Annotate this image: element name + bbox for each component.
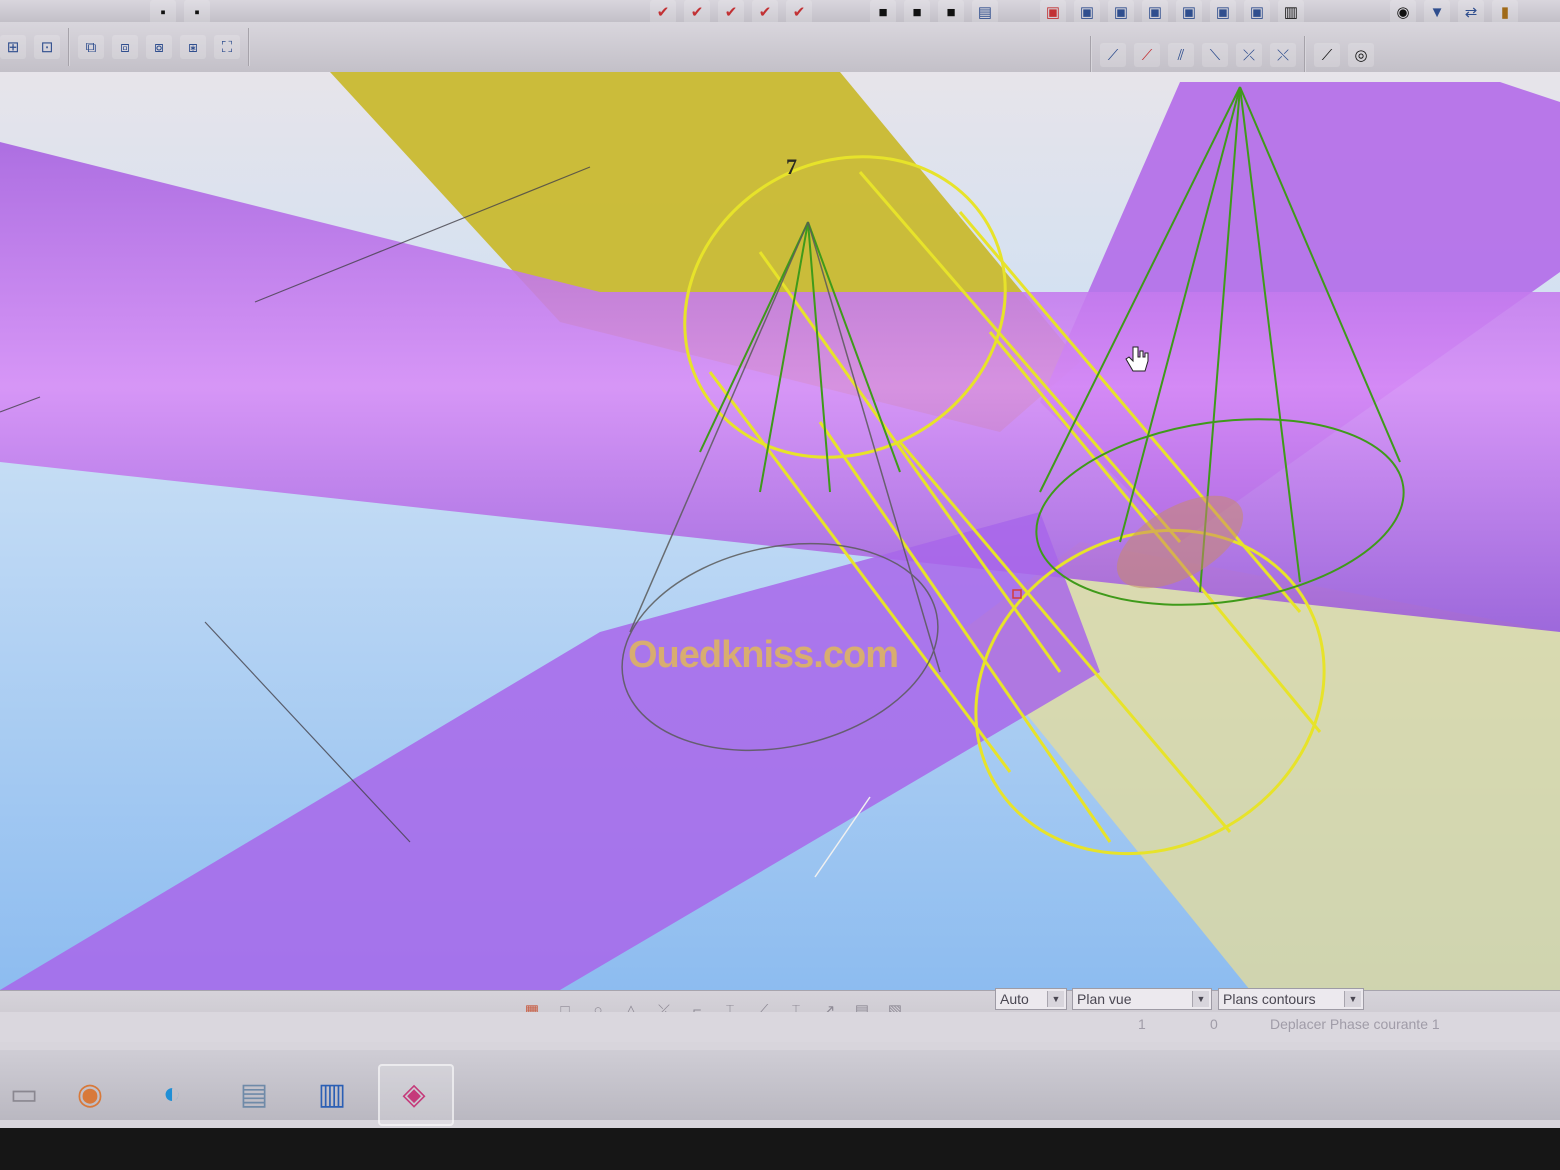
mode-combo[interactable]: Auto ▼: [995, 988, 1067, 1010]
snap-icon[interactable]: ⤬: [1270, 43, 1296, 67]
toolbar-separator: [248, 28, 250, 66]
view-grid-icon[interactable]: ⊡: [34, 35, 60, 59]
model-scene: [0, 72, 1560, 990]
status-value-2: 0: [1210, 1016, 1218, 1032]
filter-icon[interactable]: ⇄: [1458, 0, 1484, 24]
status-message: Deplacer Phase courante 1: [1270, 1016, 1440, 1032]
toolbar-separator: [68, 28, 70, 66]
cad-app-icon[interactable]: ◈: [390, 1070, 438, 1118]
window-icon[interactable]: ▣: [1040, 0, 1066, 24]
window-icon[interactable]: ▣: [1142, 0, 1168, 24]
3d-model-viewport[interactable]: 7 D Ouedkniss.com: [0, 72, 1560, 990]
window-icon[interactable]: ▣: [1210, 0, 1236, 24]
view-combo-value: Plan vue: [1077, 991, 1132, 1007]
target-icon[interactable]: ◎: [1348, 43, 1374, 67]
window-icon[interactable]: ▤: [972, 0, 998, 24]
select-icon[interactable]: ⛶: [214, 35, 240, 59]
monitor-bezel: [0, 1128, 1560, 1170]
window-icon[interactable]: ▣: [1176, 0, 1202, 24]
check-icon[interactable]: ✔: [650, 0, 676, 24]
zoom-icon[interactable]: ⧈: [112, 35, 138, 59]
snap-icon[interactable]: ⫽: [1168, 43, 1194, 67]
snap-icon[interactable]: ⤫: [1236, 43, 1262, 67]
layer-icon[interactable]: ■: [904, 0, 930, 24]
zoom-icon[interactable]: ⧆: [180, 35, 206, 59]
check-icon[interactable]: ✔: [718, 0, 744, 24]
zoom-icon[interactable]: ⧇: [146, 35, 172, 59]
binoculars-icon[interactable]: ◉: [1390, 0, 1416, 24]
cad-application-window: ▪ ▪ ✔ ✔ ✔ ✔ ✔ ■ ■ ■ ▤ ▣ ▣ ▣ ▣ ▣ ▣ ▣ ▥ ◉: [0, 0, 1560, 1130]
status-value-1: 1: [1138, 1016, 1146, 1032]
snap-icon[interactable]: ⟋: [1134, 43, 1160, 67]
view-grid-icon[interactable]: ⊞: [0, 35, 26, 59]
check-icon[interactable]: ✔: [684, 0, 710, 24]
watermark: Ouedkniss.com: [628, 634, 899, 676]
toolbar-separator: [1090, 36, 1092, 74]
word-icon[interactable]: ▥: [308, 1070, 356, 1118]
mode-combo-value: Auto: [1000, 991, 1029, 1007]
filter-icon[interactable]: ▼: [1424, 0, 1450, 24]
pointer-icon[interactable]: ⟋: [1314, 43, 1340, 67]
grid-axis-label-top: 7: [786, 154, 797, 179]
edge-icon[interactable]: ◐: [148, 1070, 196, 1118]
layer-icon[interactable]: ■: [870, 0, 896, 24]
measure-icon[interactable]: ▥: [1278, 0, 1304, 24]
chevron-down-icon[interactable]: ▼: [1047, 991, 1064, 1007]
chevron-down-icon[interactable]: ▼: [1192, 991, 1209, 1007]
snap-icon[interactable]: ⟋: [1100, 43, 1126, 67]
zoom-icon[interactable]: ⧉: [78, 35, 104, 59]
toolbar-separator: [1304, 36, 1306, 74]
window-icon[interactable]: ▣: [1108, 0, 1134, 24]
layer-icon[interactable]: ■: [938, 0, 964, 24]
chevron-down-icon[interactable]: ▼: [1344, 991, 1361, 1007]
check-icon[interactable]: ✔: [786, 0, 812, 24]
print-icon[interactable]: ▪: [184, 0, 210, 24]
notepad-icon[interactable]: ▤: [230, 1070, 278, 1118]
file-explorer-icon[interactable]: ▭: [0, 1070, 48, 1118]
filter-icon[interactable]: ▮: [1492, 0, 1518, 24]
view-combo[interactable]: Plan vue ▼: [1072, 988, 1212, 1010]
check-icon[interactable]: ✔: [752, 0, 778, 24]
window-icon[interactable]: ▣: [1074, 0, 1100, 24]
taskbar: ▭ ◉ ◐ ▤ ▥ ◈: [0, 1050, 1560, 1126]
contours-combo[interactable]: Plans contours ▼: [1218, 988, 1364, 1010]
snap-icon[interactable]: ⟍: [1202, 43, 1228, 67]
toolbar-top: ▪ ▪ ✔ ✔ ✔ ✔ ✔ ■ ■ ■ ▤ ▣ ▣ ▣ ▣ ▣ ▣ ▣ ▥ ◉: [0, 0, 1560, 24]
toolbar-view: ⊞ ⊡ ⧉ ⧈ ⧇ ⧆ ⛶ ⟋ ⟋ ⫽ ⟍ ⤫ ⤬ ⟋ ◎: [0, 22, 1560, 74]
window-icon[interactable]: ▣: [1244, 0, 1270, 24]
status-bar: 1 0 Deplacer Phase courante 1: [0, 1012, 1560, 1042]
media-player-icon[interactable]: ◉: [66, 1070, 114, 1118]
save-icon[interactable]: ▪: [150, 0, 176, 24]
contours-combo-value: Plans contours: [1223, 991, 1316, 1007]
